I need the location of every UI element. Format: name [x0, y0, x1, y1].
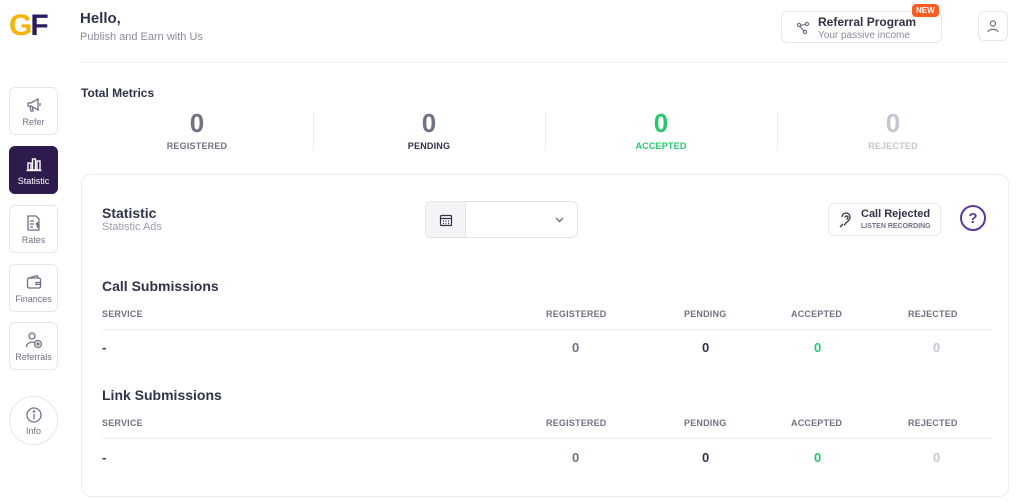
chevron-down-icon [555, 217, 564, 223]
statistic-subtitle: Statistic Ads [102, 221, 162, 233]
table-header: ACCEPTED [791, 309, 843, 319]
referral-subtitle: Your passive income [818, 30, 910, 41]
table-cell: 0 [814, 450, 822, 465]
metric-registered: 0 REGISTERED [81, 108, 313, 151]
metric-label: REGISTERED [166, 141, 228, 151]
table-divider [102, 438, 992, 439]
metric-rejected: 0 REJECTED [777, 108, 1009, 151]
greeting: Hello, [80, 10, 121, 27]
sidebar-item-label: Finances [15, 293, 52, 304]
sidebar-item-referrals[interactable]: Referrals [9, 322, 58, 370]
sidebar-item-refer[interactable]: Refer [9, 87, 58, 135]
link-submissions-title: Link Submissions [102, 387, 222, 403]
logo[interactable]: GF [9, 9, 49, 43]
total-metrics-title: Total Metrics [81, 86, 155, 100]
table-cell: 0 [702, 450, 710, 465]
metric-value: 0 [653, 108, 669, 138]
user-plus-icon [25, 331, 42, 348]
new-badge: NEW [912, 4, 939, 17]
ear-icon [839, 212, 851, 228]
metric-accepted: 0 ACCEPTED [545, 108, 777, 151]
rates-icon [26, 214, 40, 231]
metric-label: ACCEPTED [635, 141, 687, 151]
table-header: REGISTERED [546, 418, 607, 428]
megaphone-icon [26, 97, 41, 112]
statistic-title: Statistic [102, 205, 157, 221]
calendar-icon [426, 202, 466, 237]
table-header: PENDING [684, 418, 727, 428]
table-cell: - [102, 450, 107, 465]
metric-value: 0 [189, 108, 205, 138]
table-cell: 0 [933, 340, 941, 355]
logo-g: G [9, 9, 32, 42]
table-header: SERVICE [102, 418, 143, 428]
metric-value: 0 [421, 108, 437, 138]
sidebar-item-rates[interactable]: Rates [9, 205, 58, 253]
statistic-card: Statistic Statistic Ads Call Rejected LI… [81, 174, 1009, 497]
table-cell: 0 [572, 340, 580, 355]
table-cell: 0 [933, 450, 941, 465]
call-rejected-subtitle: LISTEN RECORDING [861, 223, 931, 230]
call-rejected-title: Call Rejected [861, 208, 931, 220]
table-header: SERVICE [102, 309, 143, 319]
table-header: PENDING [684, 309, 727, 319]
sidebar-item-info[interactable]: Info [9, 396, 58, 445]
logo-f: F [30, 9, 48, 42]
wallet-icon [26, 274, 41, 289]
sidebar-item-label: Statistic [17, 175, 50, 186]
share-icon [796, 21, 810, 35]
table-cell: 0 [702, 340, 710, 355]
metric-label: REJECTED [868, 141, 918, 151]
table-divider [102, 329, 992, 330]
date-range-select[interactable] [425, 201, 578, 238]
user-icon [987, 20, 999, 33]
help-icon[interactable]: ? [960, 205, 986, 231]
referral-title: Referral Program [818, 15, 917, 29]
metric-pending: 0 PENDING [313, 108, 545, 151]
table-header: ACCEPTED [791, 418, 843, 428]
sidebar-item-finances[interactable]: Finances [9, 264, 58, 312]
table-header: REGISTERED [546, 309, 607, 319]
greeting-subtitle: Publish and Earn with Us [80, 31, 203, 43]
table-cell: 0 [572, 450, 580, 465]
metric-label: PENDING [407, 141, 451, 151]
call-submissions-title: Call Submissions [102, 278, 219, 294]
sidebar-item-label: Info [25, 425, 41, 436]
bar-chart-icon [26, 157, 41, 171]
table-cell: 0 [814, 340, 822, 355]
table-cell: - [102, 340, 107, 355]
metric-value: 0 [885, 108, 901, 138]
call-rejected-button[interactable]: Call Rejected LISTEN RECORDING [828, 203, 941, 236]
sidebar-item-statistic[interactable]: Statistic [9, 146, 58, 194]
user-menu-button[interactable] [978, 11, 1008, 41]
sidebar-item-label: Referrals [15, 351, 52, 362]
header-divider [80, 62, 1008, 63]
sidebar-item-label: Rates [21, 234, 46, 245]
sidebar-item-label: Refer [22, 116, 45, 127]
table-header: REJECTED [908, 309, 958, 319]
info-icon [25, 406, 42, 423]
table-header: REJECTED [908, 418, 958, 428]
